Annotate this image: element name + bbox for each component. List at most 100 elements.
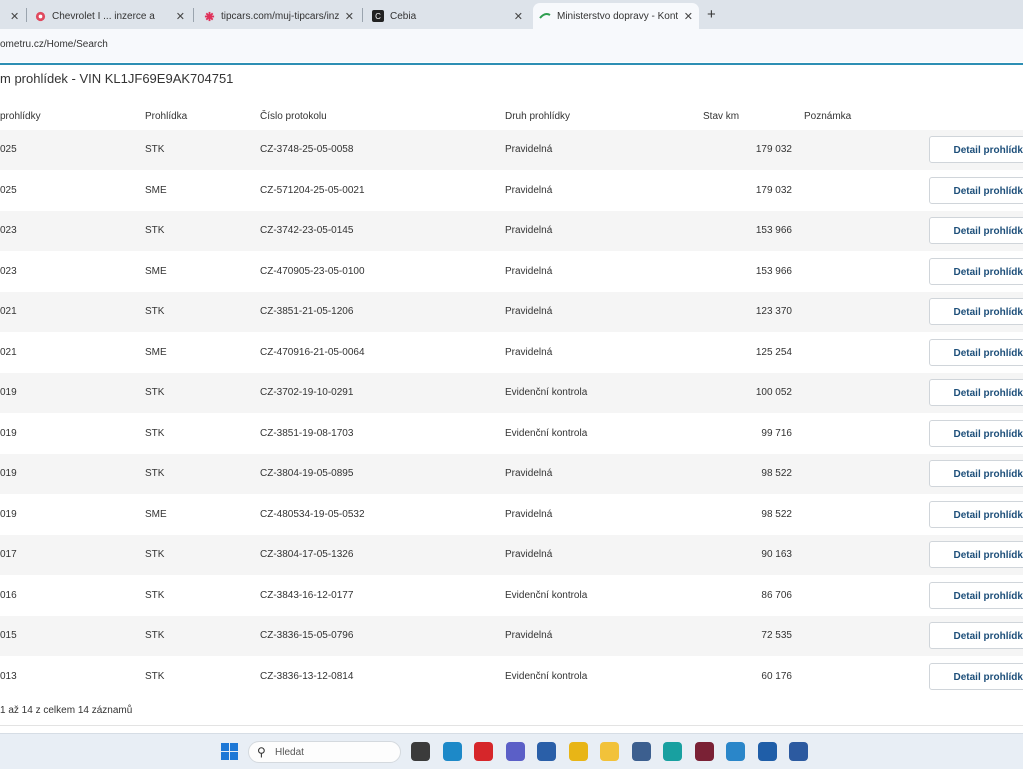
tab-ministerstvo[interactable]: Ministerstvo dopravy - Kontrola ✕	[533, 3, 699, 29]
cell-km: 125 254	[755, 346, 792, 358]
page-divider	[0, 725, 1023, 726]
detail-button[interactable]: Detail prohlídky	[929, 338, 1023, 366]
cell-km: 86 706	[761, 589, 792, 601]
red-app-icon[interactable]	[474, 742, 493, 761]
close-icon[interactable]: ✕	[345, 10, 354, 23]
file-icon[interactable]	[411, 742, 430, 761]
table-row: 023 SME CZ-470905-23-05-0100 Pravidelná 153 …	[0, 252, 1023, 292]
cell-date: 013	[0, 670, 17, 682]
detail-button[interactable]: Detail prohlídky	[929, 581, 1023, 609]
cell-date: 017	[0, 549, 17, 560]
cell-kind: Pravidelná	[505, 346, 553, 358]
windows-start-icon[interactable]	[221, 743, 238, 760]
tab-cebia[interactable]: C Cebia ✕	[366, 3, 529, 29]
table-row: 025 STK CZ-3748-25-05-0058 Pravidelná 179 03…	[0, 130, 1023, 170]
detail-button[interactable]: Detail prohlídky	[929, 217, 1023, 244]
flower-icon	[203, 10, 215, 22]
cell-date: 023	[0, 225, 17, 236]
cell-km: 123 370	[755, 306, 792, 317]
detail-button[interactable]: Detail prohlídky	[929, 419, 1023, 447]
cell-type: STK	[145, 427, 165, 439]
cell-date: 019	[0, 468, 17, 479]
cell-type: SME	[145, 346, 167, 358]
detail-button[interactable]: Detail prohlídky	[929, 379, 1023, 406]
cell-type: STK	[145, 306, 165, 317]
taskbar-search[interactable]: ⚲ Hledat	[248, 741, 401, 763]
table-row: 017 STK CZ-3804-17-05-1326 Pravidelná 90 163…	[0, 535, 1023, 575]
detail-button[interactable]: Detail prohlídky	[929, 500, 1023, 528]
chat-icon[interactable]	[726, 742, 745, 761]
table-row: 019 STK CZ-3851-19-08-1703 Evidenční kontro…	[0, 414, 1023, 454]
cell-type: STK	[145, 630, 165, 641]
cell-protocol: CZ-3742-23-05-0145	[260, 225, 354, 236]
cell-date: 016	[0, 589, 17, 601]
cell-date: 025	[0, 184, 17, 196]
detail-button[interactable]: Detail prohlídky	[929, 257, 1023, 285]
cell-km: 98 522	[761, 508, 792, 520]
taskbar: ⚲ Hledat	[0, 733, 1023, 769]
cell-date: 021	[0, 346, 17, 358]
address-url[interactable]: ometru.cz/Home/Search	[0, 39, 108, 50]
pagination-info: 1 až 14 z celkem 14 záznamů	[0, 705, 133, 716]
table-row: 016 STK CZ-3843-16-12-0177 Evidenční kontro…	[0, 576, 1023, 616]
edge-app-icon[interactable]	[442, 742, 462, 761]
tab-bar: ✕ Chevrolet I ... inzerce a ✕ tipcars.co…	[0, 0, 1023, 29]
table-row: 019 STK CZ-3804-19-05-0895 Pravidelná 98 522…	[0, 454, 1023, 494]
cell-km: 60 176	[761, 670, 792, 682]
cell-km: 153 966	[755, 265, 792, 277]
cell-kind: Pravidelná	[505, 306, 553, 317]
network-icon[interactable]	[631, 742, 651, 761]
cell-protocol: CZ-480534-19-05-0532	[260, 508, 365, 520]
table-row: 019 STK CZ-3702-19-10-0291 Evidenční kontro…	[0, 373, 1023, 413]
address-bar[interactable]: ometru.cz/Home/Search	[0, 29, 1023, 62]
cell-kind: Pravidelná	[505, 508, 553, 520]
tab-separator	[362, 8, 363, 22]
folder-icon[interactable]	[600, 742, 619, 761]
close-icon[interactable]: ✕	[176, 10, 185, 23]
detail-button[interactable]: Detail prohlídky	[929, 541, 1023, 568]
cell-km: 72 535	[761, 630, 792, 641]
cell-type: STK	[145, 225, 165, 236]
teams-icon[interactable]	[505, 742, 525, 761]
browser-icon[interactable]	[663, 742, 682, 761]
search-placeholder: Hledat	[275, 747, 304, 758]
tab-title: tipcars.com/muj-tipcars/inzerce	[221, 10, 339, 22]
close-icon[interactable]: ✕	[10, 10, 19, 23]
chrome-icon[interactable]	[568, 742, 588, 761]
detail-button[interactable]: Detail prohlídky	[929, 298, 1023, 325]
detail-button[interactable]: Detail prohlídky	[929, 176, 1023, 204]
close-icon[interactable]: ✕	[514, 10, 523, 23]
tab-chevrolet[interactable]: Chevrolet I ... inzerce a ✕	[28, 3, 191, 29]
tab-title: Chevrolet I ... inzerce a	[52, 10, 155, 22]
table-row: 021 STK CZ-3851-21-05-1206 Pravidelná 123 37…	[0, 292, 1023, 332]
column-header-note: Poznámka	[804, 111, 852, 122]
cell-type: STK	[145, 468, 165, 479]
detail-button[interactable]: Detail prohlídky	[929, 460, 1023, 487]
store-icon[interactable]	[537, 742, 556, 761]
cell-kind: Pravidelná	[505, 144, 553, 155]
tab-title: Cebia	[390, 10, 417, 22]
detail-button[interactable]: Detail prohlídky	[929, 622, 1023, 649]
game-icon[interactable]	[694, 742, 714, 761]
cell-km: 153 966	[755, 225, 792, 236]
magnifier-icon: ⚲	[257, 745, 266, 759]
cell-protocol: CZ-3804-17-05-1326	[260, 549, 354, 560]
cell-protocol: CZ-3836-15-05-0796	[260, 630, 354, 641]
table-row: 021 SME CZ-470916-21-05-0064 Pravidelná 125 …	[0, 333, 1023, 373]
new-tab-button[interactable]: +	[707, 6, 716, 23]
cell-kind: Pravidelná	[505, 630, 553, 641]
cell-kind: Pravidelná	[505, 265, 553, 277]
cell-type: STK	[145, 387, 165, 398]
cell-date: 015	[0, 630, 17, 641]
users-icon[interactable]	[757, 742, 777, 761]
cell-date: 023	[0, 265, 17, 277]
tab-tipcars[interactable]: tipcars.com/muj-tipcars/inzerce ✕	[197, 3, 360, 29]
cell-protocol: CZ-3804-19-05-0895	[260, 468, 354, 479]
cell-kind: Evidenční kontrola	[505, 589, 588, 601]
column-header-kind: Druh prohlídky	[505, 111, 571, 122]
detail-button[interactable]: Detail prohlídky	[929, 136, 1023, 163]
cell-protocol: CZ-3851-19-08-1703	[260, 427, 354, 439]
detail-button[interactable]: Detail prohlídky	[929, 662, 1023, 690]
close-icon[interactable]: ✕	[684, 10, 693, 23]
tool-icon[interactable]	[789, 742, 808, 761]
